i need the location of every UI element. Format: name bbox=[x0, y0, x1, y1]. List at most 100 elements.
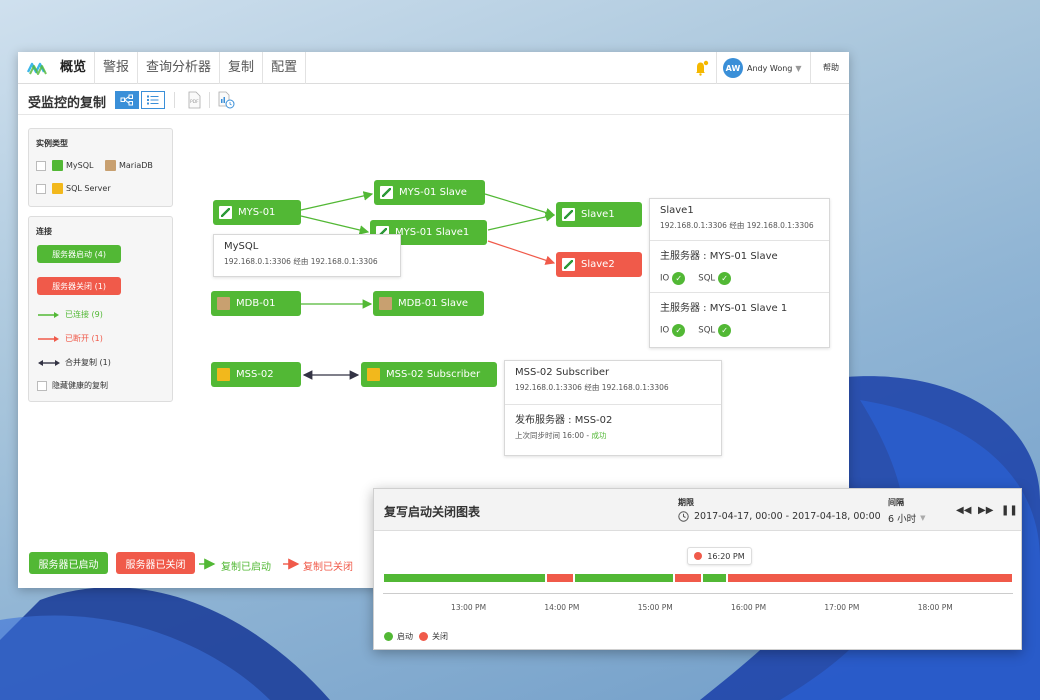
master-label: 主服务器 : MYS-01 Slave 1 bbox=[660, 303, 788, 314]
check-icon: ✓ bbox=[672, 272, 686, 285]
filter-mysql[interactable]: MySQL bbox=[36, 160, 93, 171]
fast-forward-icon[interactable]: ▶▶ bbox=[978, 505, 993, 516]
sqlserver-icon bbox=[217, 368, 230, 381]
period-label: 期限 bbox=[678, 498, 694, 507]
red-arrow-icon bbox=[38, 335, 59, 342]
page-title: 受监控的复制 bbox=[28, 96, 107, 111]
period-selector[interactable]: 2017-04-17, 00:00 - 2017-04-18, 00:00 bbox=[678, 511, 881, 522]
x-axis bbox=[383, 593, 1013, 594]
timeline-segment[interactable] bbox=[674, 574, 701, 582]
connection-title: 连接 bbox=[36, 227, 52, 236]
toolbar-divider bbox=[209, 92, 210, 108]
top-navigation-bar: 概览 警报 查询分析器 复制 配置 AW Andy Wong ▼ 帮助 bbox=[18, 52, 849, 84]
node-mys01[interactable]: MYS-01 bbox=[213, 200, 301, 225]
chart-header: 复写启动关闭图表 期限 2017-04-17, 00:00 - 2017-04-… bbox=[374, 489, 1021, 531]
legend-down: 关闭 bbox=[419, 631, 448, 642]
interval-label: 间隔 bbox=[888, 498, 904, 507]
schedule-report-icon[interactable] bbox=[217, 91, 235, 109]
check-icon: ✓ bbox=[672, 324, 686, 337]
check-icon: ✓ bbox=[718, 324, 732, 337]
master-label: 主服务器 : MYS-01 Slave bbox=[660, 251, 778, 262]
x-tick-label: 15:00 PM bbox=[637, 603, 673, 612]
time-marker[interactable]: 16:20 PM bbox=[687, 547, 752, 565]
legend-rep-started: 复制已启动 bbox=[221, 562, 271, 573]
node-mdb01-slave[interactable]: MDB-01 Slave bbox=[373, 291, 484, 316]
mss02-subscriber-card: MSS-02 Subscriber 192.168.0.1:3306 经由 19… bbox=[504, 360, 722, 456]
node-mdb01[interactable]: MDB-01 bbox=[211, 291, 301, 316]
node-slave2[interactable]: Slave2 bbox=[556, 252, 642, 277]
disconnected-filter[interactable]: 已断开 (1) bbox=[37, 333, 103, 344]
node-mys01-slave[interactable]: MYS-01 Slave bbox=[374, 180, 485, 205]
timeline-segment[interactable] bbox=[384, 574, 546, 582]
mysql-icon bbox=[562, 208, 575, 221]
double-arrow-icon bbox=[38, 359, 60, 366]
instance-type-panel: 实例类型 MySQL MariaDB SQL Server bbox=[28, 128, 173, 207]
hide-healthy-checkbox[interactable] bbox=[37, 380, 47, 391]
node-mss02-subscriber[interactable]: MSS-02 Subscriber bbox=[361, 362, 497, 387]
period-value: 2017-04-17, 00:00 - 2017-04-18, 00:00 bbox=[694, 511, 881, 522]
link-mys01-to-slave1 bbox=[300, 215, 370, 235]
x-tick-label: 17:00 PM bbox=[824, 603, 860, 612]
merge-filter[interactable]: 合并复制 (1) bbox=[37, 357, 111, 368]
timeline-segment[interactable] bbox=[547, 574, 574, 582]
pdf-export-icon[interactable]: PDF bbox=[185, 91, 203, 109]
toolbar-divider bbox=[174, 92, 175, 108]
svg-text:PDF: PDF bbox=[190, 99, 199, 105]
rewind-icon[interactable]: ◀◀ bbox=[956, 505, 971, 516]
nav-alerts[interactable]: 警报 bbox=[95, 52, 139, 84]
link-slave-to-slave1 bbox=[484, 193, 556, 218]
io-label: IO bbox=[660, 273, 670, 284]
tooltip-title: MySQL bbox=[224, 241, 259, 252]
timeline-segment[interactable] bbox=[575, 574, 673, 582]
mysql-icon bbox=[562, 258, 575, 271]
card-address: 192.168.0.1:3306 经由 192.168.0.1:3306 bbox=[515, 383, 669, 392]
user-menu[interactable]: AW Andy Wong ▼ bbox=[716, 52, 811, 84]
sqlserver-icon bbox=[367, 368, 380, 381]
list-view-button[interactable] bbox=[141, 91, 165, 109]
filter-sqlserver[interactable]: SQL Server bbox=[36, 183, 111, 194]
connected-filter[interactable]: 已连接 (9) bbox=[37, 309, 103, 320]
timeline-segment[interactable] bbox=[702, 574, 726, 582]
x-tick-label: 18:00 PM bbox=[917, 603, 953, 612]
help-link[interactable]: 帮助 bbox=[813, 52, 849, 84]
sql-label: SQL bbox=[698, 273, 716, 284]
chart-title: 复写启动关闭图表 bbox=[384, 505, 481, 519]
node-slave1[interactable]: Slave1 bbox=[556, 202, 642, 227]
replication-uptime-chart-window: 复写启动关闭图表 期限 2017-04-17, 00:00 - 2017-04-… bbox=[373, 488, 1022, 650]
timeline-segment[interactable] bbox=[727, 574, 1012, 582]
mysql-checkbox[interactable] bbox=[36, 160, 46, 171]
legend-up: 启动 bbox=[384, 631, 413, 642]
card-title: MSS-02 Subscriber bbox=[515, 367, 610, 378]
publisher-label: 发布服务器 : MSS-02 bbox=[515, 415, 613, 426]
interval-value: 6 小时 bbox=[888, 514, 917, 525]
last-sync-time: 上次同步时间 16:00 - bbox=[515, 431, 592, 440]
server-down-filter[interactable]: 服务器关闭 (1) bbox=[37, 277, 121, 295]
server-up-filter[interactable]: 服务器启动 (4) bbox=[37, 245, 121, 263]
chevron-down-icon: ▼ bbox=[795, 63, 802, 73]
user-name: Andy Wong bbox=[747, 63, 793, 73]
chevron-down-icon: ▼ bbox=[920, 514, 926, 522]
down-dot-icon bbox=[419, 632, 428, 641]
pause-icon[interactable]: ❚❚ bbox=[1001, 505, 1018, 516]
graph-view-button[interactable] bbox=[115, 91, 139, 109]
sqlserver-checkbox[interactable] bbox=[36, 183, 46, 194]
notification-bell-icon[interactable] bbox=[688, 58, 714, 78]
mysql-icon bbox=[380, 186, 393, 199]
link-slave1-to-slave1 bbox=[487, 212, 556, 231]
link-slave1-to-slave2 bbox=[487, 240, 556, 265]
filter-mariadb[interactable]: MariaDB bbox=[99, 160, 153, 171]
nav-query-analyzer[interactable]: 查询分析器 bbox=[138, 52, 221, 84]
app-logo-icon[interactable] bbox=[22, 52, 52, 84]
up-dot-icon bbox=[384, 632, 393, 641]
nav-replication[interactable]: 复制 bbox=[220, 52, 264, 84]
nav-overview[interactable]: 概览 bbox=[52, 52, 96, 84]
nav-configuration[interactable]: 配置 bbox=[263, 52, 307, 84]
interval-dropdown[interactable]: 6 小时 ▼ bbox=[888, 511, 925, 525]
check-icon: ✓ bbox=[718, 272, 732, 285]
mysql-tooltip: MySQL 192.168.0.1:3306 经由 192.168.0.1:33… bbox=[213, 234, 401, 277]
marker-dot-icon bbox=[694, 552, 703, 560]
io-label: IO bbox=[660, 325, 670, 336]
green-arrow-icon bbox=[38, 311, 59, 318]
hide-healthy-filter[interactable]: 隐藏健康的复制 bbox=[37, 380, 108, 391]
node-mss02[interactable]: MSS-02 bbox=[211, 362, 301, 387]
